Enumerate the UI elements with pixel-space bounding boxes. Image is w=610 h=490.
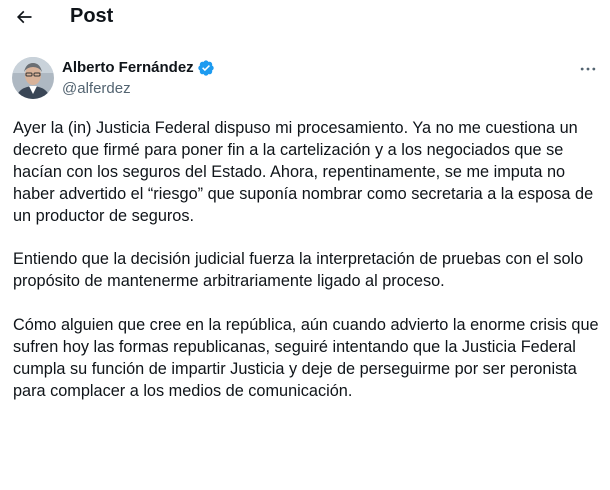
- arrow-left-icon: [16, 10, 32, 24]
- page-title: Post: [70, 5, 114, 27]
- avatar[interactable]: [12, 57, 54, 99]
- author-name[interactable]: Alberto Fernández: [62, 58, 194, 78]
- top-bar: Post: [0, 0, 610, 34]
- author-handle[interactable]: @alferdez: [62, 79, 131, 99]
- post-paragraph: Entiendo que la decisión judicial fuerza…: [13, 250, 584, 291]
- post-paragraph: Cómo alguien que cree en la república, a…: [13, 316, 599, 400]
- author-row: Alberto Fernández: [62, 58, 215, 78]
- user-avatar: [12, 57, 54, 99]
- verified-badge-icon: [197, 59, 215, 77]
- post-text: Ayer la (in) Justicia Federal dispuso mi…: [13, 118, 605, 425]
- more-options-button[interactable]: [574, 57, 602, 81]
- back-button[interactable]: [7, 0, 41, 34]
- more-horizontal-icon: [580, 67, 596, 71]
- post-paragraph: Ayer la (in) Justicia Federal dispuso mi…: [13, 119, 594, 225]
